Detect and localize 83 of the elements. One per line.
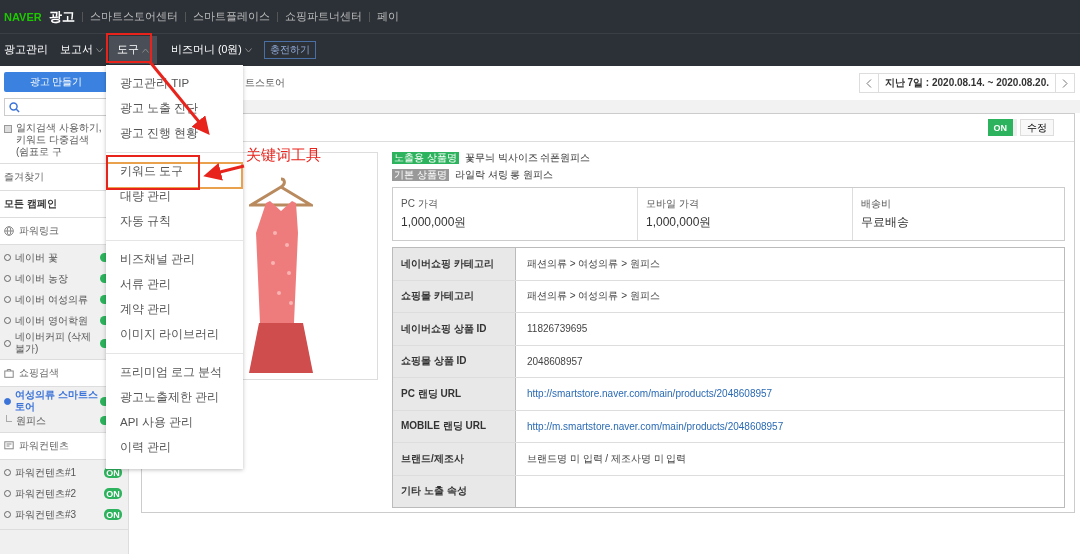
top-link[interactable]: 쇼핑파트너센터 [284, 9, 362, 24]
price-label: 배송비 [861, 197, 892, 211]
section-title: 쇼핑검색 [19, 366, 59, 380]
top-link[interactable]: 페이 [376, 9, 399, 24]
menu-item[interactable]: 비즈채널 관리 [106, 247, 243, 272]
detail-label: 브랜드/제조사 [393, 443, 516, 475]
nav-menu-item[interactable]: 광고관리 [0, 36, 52, 64]
document-icon [4, 441, 14, 451]
detail-value: 2048608957 [527, 355, 583, 367]
menu-item[interactable]: 프리미엄 로그 분석 [106, 360, 243, 385]
detail-label: 기타 노출 속성 [393, 475, 516, 507]
next-icon[interactable] [1062, 78, 1068, 88]
status-badge[interactable] [100, 396, 106, 406]
date-range-picker[interactable]: 지난 7일 : 2020.08.14. ~ 2020.08.20. [858, 73, 1075, 93]
nav-menu-item[interactable]: 비즈머니 (0원) [167, 36, 256, 64]
base-product-name: 라일락 셔링 롱 원피스 [454, 167, 554, 182]
annotation-arrow [203, 163, 245, 181]
menu-item[interactable]: 서류 관리 [106, 272, 243, 297]
campaign-item[interactable]: 네이버 농장 [15, 272, 100, 285]
detail-value: 11826739695 [527, 323, 588, 335]
menu-item[interactable]: API 사용 관리 [106, 410, 243, 435]
detail-label: 쇼핑몰 상품 ID [393, 345, 516, 377]
nav-menu-item[interactable]: 도구 [109, 36, 157, 64]
display-name-tag: 노출용 상품명 [392, 151, 459, 164]
price-label: PC 가격 [401, 197, 439, 211]
menu-item[interactable]: 이력 관리 [106, 435, 243, 460]
menu-item[interactable]: 계약 관리 [106, 297, 243, 322]
edit-button[interactable]: 수정 [1020, 119, 1054, 136]
annotation-label: 关键词工具 [246, 146, 321, 165]
search-icon [9, 101, 20, 113]
campaign-item[interactable]: 네이버 영어학원 [15, 314, 100, 327]
campaign-item[interactable]: 네이버커피 (삭제불가) [15, 331, 100, 355]
detail-label: 네이버쇼핑 카테고리 [393, 248, 516, 280]
previous-icon[interactable] [865, 78, 872, 88]
display-product-name: 꽃무늬 빅사이즈 쉬폰원피스 [464, 150, 591, 165]
price-value: 1,000,000원 [401, 214, 468, 231]
price-label: 모바일 가격 [646, 197, 700, 211]
status-badge[interactable] [100, 416, 106, 425]
status-badge[interactable] [100, 338, 106, 348]
campaign-item[interactable]: 파워컨텐츠#1 [15, 466, 101, 479]
product-title: 광고 [48, 7, 75, 26]
top-link[interactable]: 스마트플레이스 [192, 9, 270, 24]
price-value: 1,000,000원 [646, 214, 713, 231]
section-title: 파워링크 [19, 224, 59, 238]
campaign-item[interactable]: 네이버 여성의류 [15, 293, 100, 306]
campaign-item[interactable]: 네이버 꽃 [15, 251, 100, 264]
detail-value: 패션의류 > 여성의류 > 원피스 [527, 289, 660, 304]
status-badge[interactable] [100, 316, 106, 325]
naver-logo[interactable]: NAVER [4, 10, 42, 23]
ad-group-item[interactable]: 원피스 [16, 414, 100, 427]
menu-item[interactable]: 광고관리 TIP [106, 71, 243, 96]
detail-label: 쇼핑몰 카테고리 [393, 280, 516, 312]
campaign-item[interactable]: 파워컨텐츠#3 [15, 508, 101, 521]
bag-icon [4, 368, 14, 378]
detail-value: 브랜드명 미 입력 / 제조사명 미 입력 [527, 451, 687, 466]
status-badge[interactable] [100, 253, 106, 262]
charge-button[interactable]: 충전하기 [263, 41, 316, 59]
top-link[interactable]: 스마트스토어센터 [89, 9, 178, 24]
globe-icon [4, 226, 14, 236]
campaign-item[interactable]: 파워컨텐츠#2 [15, 487, 101, 500]
status-badge[interactable] [100, 295, 106, 304]
breadcrumb[interactable]: 트스토어 [245, 76, 285, 90]
campaign-item[interactable]: 여성의류 스마트스토어 [15, 389, 100, 413]
landing-url-link[interactable]: http://smartstore.naver.com/main/products/2048608957 [527, 388, 773, 400]
create-ad-button[interactable]: 광고 만들기 [4, 72, 108, 92]
detail-label: 네이버쇼핑 상품 ID [393, 313, 516, 345]
nav-menu-item[interactable]: 보고서 [56, 36, 107, 64]
hint-text: 키워드 다중검색(쉼표로 구 [16, 134, 90, 158]
date-range-label: 지난 7일 : 2020.08.14. ~ 2020.08.20. [877, 74, 1056, 92]
status-badge[interactable] [100, 274, 106, 283]
landing-url-link[interactable]: http://m.smartstore.naver.com/main/products/2048608957 [527, 420, 784, 432]
menu-item[interactable]: 이미지 라이브러리 [106, 322, 243, 347]
detail-label: MOBILE 랜딩 URL [393, 410, 516, 442]
base-name-tag: 기본 상품명 [392, 168, 449, 181]
detail-label: PC 랜딩 URL [393, 378, 516, 410]
checkbox[interactable] [4, 125, 12, 133]
checkbox-label: 일치검색 사용하기, [16, 122, 102, 134]
price-value: 무료배송 [861, 214, 910, 231]
section-title: 파워컨텐츠 [19, 439, 69, 453]
detail-value: 패션의류 > 여성의류 > 원피스 [527, 256, 660, 271]
highlight-overlay [106, 33, 152, 63]
menu-item[interactable]: 광고노출제한 관리 [106, 385, 243, 410]
menu-item[interactable]: 광고 진행 현황 [106, 121, 243, 146]
